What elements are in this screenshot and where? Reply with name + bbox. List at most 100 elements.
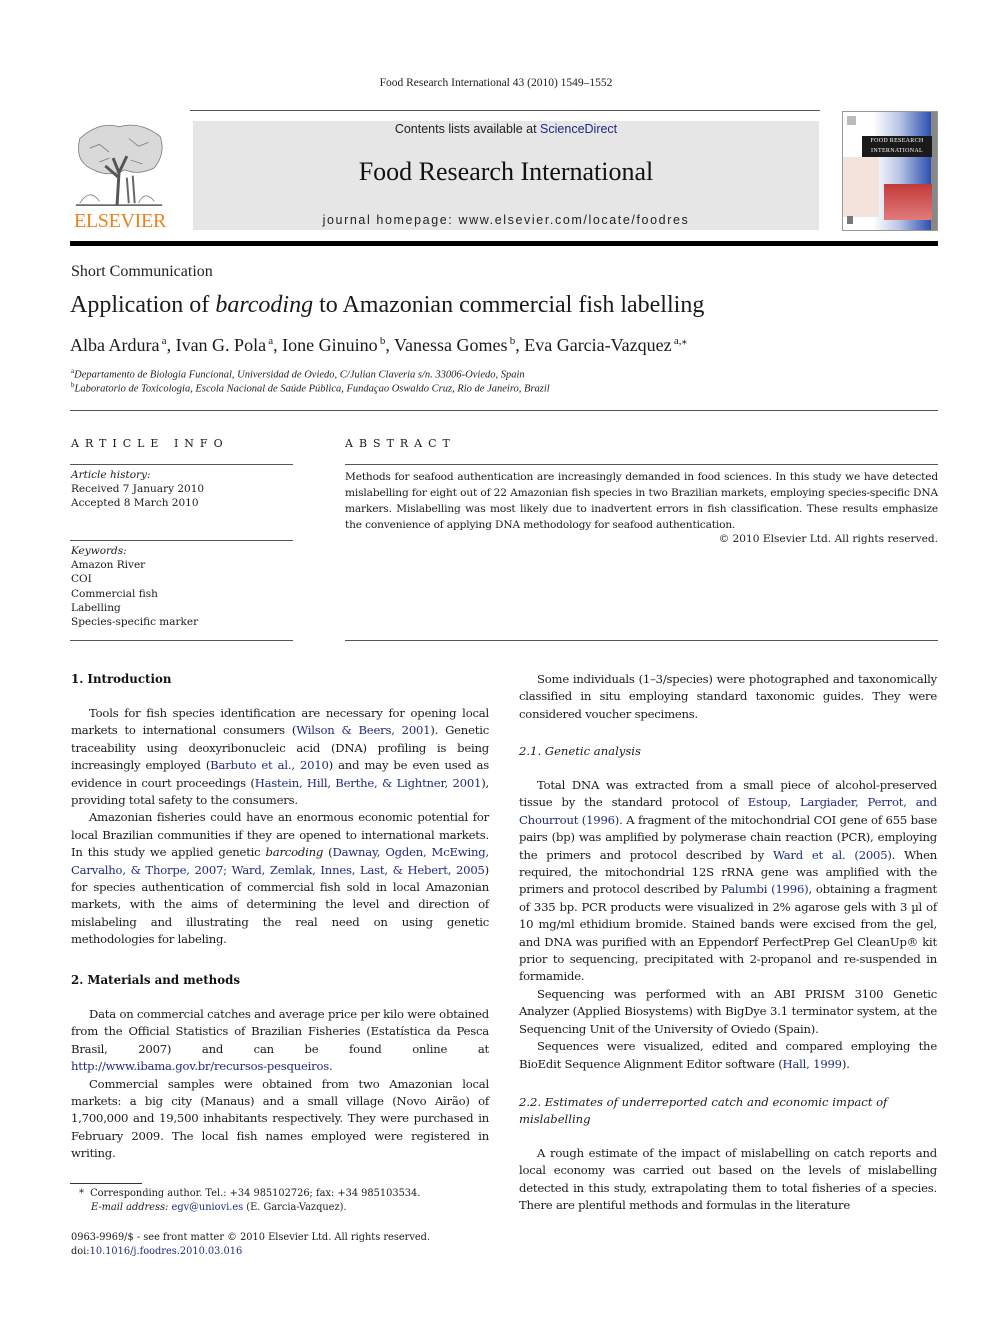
cover-elsevier-icon	[847, 116, 856, 125]
footnote-rule	[70, 1183, 142, 1184]
author-name[interactable]: Ione Ginuino	[282, 335, 377, 355]
keywords-label: Keywords:	[71, 545, 127, 557]
methods-body: Data on commercial catches and average p…	[71, 1006, 489, 1163]
article-info-heading: ARTICLE INFO	[71, 437, 229, 450]
author-name[interactable]: Vanessa Gomes	[394, 335, 507, 355]
author-name[interactable]: Alba Ardura	[70, 335, 159, 355]
cover-footer-icon	[847, 216, 853, 224]
sciencedirect-link[interactable]: ScienceDirect	[540, 122, 617, 136]
affiliation-text: Laboratorio de Toxicologia, Escola Nacio…	[74, 383, 550, 395]
article-history: Article history: Received 7 January 2010…	[71, 468, 204, 511]
paragraph: Data on commercial catches and average p…	[71, 1006, 489, 1076]
abstract-heading: ABSTRACT	[345, 437, 456, 450]
paragraph: Amazonian fisheries could have an enormo…	[71, 809, 489, 948]
citation-link[interactable]: Hall, 1999	[783, 1057, 843, 1071]
title-part-1: Application of	[70, 292, 216, 318]
citation-link[interactable]: http://www.ibama.gov.br/recursos-pesquei…	[71, 1059, 329, 1073]
history-label: Article history:	[71, 469, 151, 481]
citation-link[interactable]: Barbuto et al., 2010	[210, 758, 329, 772]
doi-link[interactable]: 10.1016/j.foodres.2010.03.016	[90, 1246, 243, 1257]
keyword[interactable]: Commercial fish	[71, 587, 198, 601]
text-run: , obtaining a fragment of 335 bp. PCR pr…	[519, 882, 937, 984]
elsevier-tree-icon	[75, 124, 163, 206]
affiliation-a: aDepartamento de Biologia Funcional, Uni…	[71, 367, 525, 381]
running-header: Food Research International 43 (2010) 15…	[379, 77, 613, 89]
article-title: Application of barcoding to Amazonian co…	[70, 292, 704, 319]
email-link[interactable]: egv@uniovi.es	[172, 1202, 244, 1213]
keyword[interactable]: Labelling	[71, 601, 198, 615]
title-italic: barcoding	[215, 292, 314, 318]
italic-text: barcoding	[265, 845, 324, 860]
title-part-2: to Amazonian commercial fish labelling	[313, 292, 705, 318]
journal-masthead-box: Contents lists available at ScienceDirec…	[193, 121, 819, 230]
paragraph: Tools for fish species identification ar…	[71, 705, 489, 809]
paragraph: A rough estimate of the impact of mislab…	[519, 1145, 937, 1215]
author-affiliation-marker[interactable]: a,⁎	[672, 335, 687, 347]
journal-homepage-link[interactable]: journal homepage: www.elsevier.com/locat…	[193, 213, 819, 227]
issn-line: 0963-9969/$ - see front matter © 2010 El…	[71, 1232, 431, 1243]
author-affiliation-marker[interactable]: a	[159, 335, 167, 347]
cover-title-line-2: INTERNATIONAL	[871, 148, 923, 154]
author-separator: ,	[515, 335, 525, 355]
footnote-marker: *	[79, 1188, 84, 1199]
keywords: Keywords: Amazon River COI Commercial fi…	[71, 544, 198, 629]
author-name[interactable]: Eva Garcia-Vazquez	[524, 335, 671, 355]
abstract-rule	[345, 640, 938, 641]
abstract-text: Methods for seafood authentication are i…	[345, 471, 938, 531]
doi-prefix: doi:	[71, 1246, 90, 1257]
text-run: .	[329, 1059, 333, 1074]
doi-line: doi:10.1016/j.foodres.2010.03.016	[71, 1245, 242, 1259]
elsevier-logo[interactable]: ELSEVIER	[70, 118, 170, 234]
contents-prefix: Contents lists available at	[394, 122, 541, 136]
journal-cover-thumbnail[interactable]: FOOD RESEARCH INTERNATIONAL	[842, 111, 938, 231]
abstract-copyright: © 2010 Elsevier Ltd. All rights reserved…	[718, 533, 938, 545]
paragraph: Some individuals (1–3/species) were phot…	[519, 671, 937, 723]
section-heading-introduction: 1. Introduction	[71, 672, 172, 686]
text-run: Data on commercial catches and average p…	[71, 1007, 489, 1056]
keyword[interactable]: COI	[71, 572, 198, 586]
paragraph: Sequencing was performed with an ABI PRI…	[519, 986, 937, 1038]
masthead-thick-rule	[70, 241, 938, 246]
cover-title-line-1: FOOD RESEARCH	[870, 138, 924, 144]
text-run: Sequencing was performed with an ABI PRI…	[519, 986, 937, 1036]
subsection-heading-genetic-analysis: 2.1. Genetic analysis	[519, 744, 641, 758]
citation-link[interactable]: Wilson & Beers, 2001	[296, 723, 430, 737]
affiliation-b: bLaboratorio de Toxicologia, Escola Naci…	[71, 381, 550, 395]
subsection-heading-estimates: 2.2. Estimates of underreported catch an…	[519, 1095, 888, 1127]
affiliation-text: Departamento de Biologia Funcional, Univ…	[74, 369, 525, 381]
contents-line: Contents lists available at ScienceDirec…	[193, 122, 819, 136]
paragraph: Sequences were visualized, edited and co…	[519, 1038, 937, 1073]
author-list: Alba Ardura a, Ivan G. Pola a, Ione Ginu…	[70, 334, 687, 356]
introduction-body: Tools for fish species identification ar…	[71, 705, 489, 949]
cover-red-panel	[884, 184, 932, 220]
corresponding-author-note: * Corresponding author. Tel.: +34 985102…	[79, 1187, 420, 1201]
paragraph: Total DNA was extracted from a small pie…	[519, 777, 937, 986]
keyword[interactable]: Amazon River	[71, 558, 198, 572]
text-run: Sequences were visualized, edited and co…	[519, 1039, 937, 1071]
info-rule	[70, 464, 293, 465]
citation-link[interactable]: Hastein, Hill, Berthe, & Lightner, 2001	[255, 776, 482, 790]
author-name[interactable]: Ivan G. Pola	[176, 335, 266, 355]
citation-link[interactable]: Ward et al. (2005)	[773, 848, 892, 862]
article-type: Short Communication	[71, 263, 213, 280]
citation-link[interactable]: Palumbi (1996)	[721, 882, 809, 896]
journal-title: Food Research International	[358, 157, 654, 186]
elsevier-wordmark: ELSEVIER	[73, 210, 167, 232]
email-note: E-mail address: egv@uniovi.es (E. Garcia…	[91, 1201, 347, 1215]
masthead-top-rule	[190, 110, 820, 111]
email-label: E-mail address:	[91, 1202, 169, 1213]
section-heading-methods: 2. Materials and methods	[71, 973, 240, 987]
received-date: Received 7 January 2010	[71, 483, 205, 496]
header-rule	[70, 410, 938, 411]
keyword[interactable]: Species-specific marker	[71, 615, 198, 629]
paragraph: Commercial samples were obtained from tw…	[71, 1076, 489, 1163]
author-separator: ,	[273, 335, 283, 355]
cover-title: FOOD RESEARCH INTERNATIONAL	[862, 136, 932, 157]
text-run: Some individuals (1–3/species) were phot…	[519, 672, 937, 721]
methods-body-continued: Some individuals (1–3/species) were phot…	[519, 671, 937, 723]
author-separator: ,	[385, 335, 395, 355]
corresponding-text: Corresponding author. Tel.: +34 98510272…	[90, 1188, 421, 1199]
abstract-rule	[345, 464, 938, 465]
estimates-body: A rough estimate of the impact of mislab…	[519, 1145, 937, 1215]
accepted-date: Accepted 8 March 2010	[71, 497, 199, 510]
